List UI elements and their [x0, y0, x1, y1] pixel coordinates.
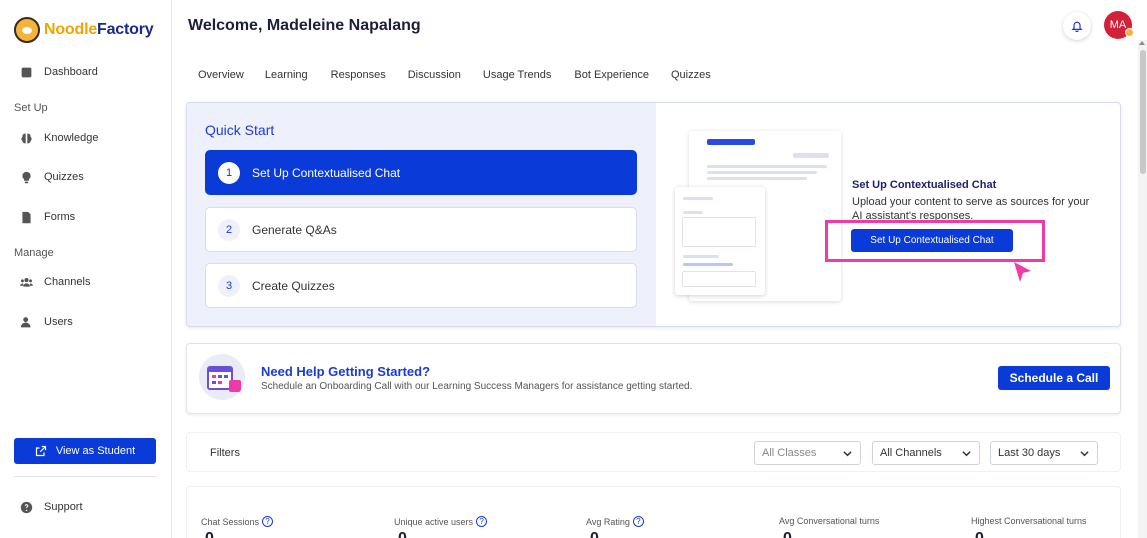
period-select[interactable]: Last 30 days — [990, 441, 1098, 465]
tab-quizzes[interactable]: Quizzes — [671, 69, 711, 81]
stat-avg-conversational-turns: Avg Conversational turns — [779, 516, 879, 526]
step-number: 2 — [218, 218, 240, 241]
external-link-icon — [35, 445, 46, 457]
stat-label: Avg Conversational turns — [779, 516, 880, 526]
sidebar-item-label: Support — [44, 501, 83, 513]
notifications-button[interactable] — [1063, 12, 1091, 40]
quick-start-title: Quick Start — [205, 122, 275, 138]
step-label: Create Quizzes — [252, 278, 335, 293]
view-as-student-label: View as Student — [55, 445, 136, 457]
quick-start-step-1[interactable]: 1 Set Up Contextualised Chat — [205, 150, 637, 195]
logo-text: NoodleFactory — [44, 21, 154, 38]
filters-label: Filters — [210, 447, 240, 459]
channels-select[interactable]: All Channels — [872, 441, 980, 465]
chevron-down-icon — [843, 451, 852, 457]
sidebar-item-users[interactable]: Users — [18, 314, 73, 330]
user-icon — [18, 314, 34, 330]
cta-title: Set Up Contextualised Chat — [852, 179, 997, 191]
sidebar-item-label: Dashboard — [44, 66, 98, 78]
help-circle-icon — [18, 499, 34, 515]
question-icon[interactable]: ? — [476, 516, 488, 527]
pointer-cursor-icon — [1014, 262, 1031, 282]
quick-start-step-3[interactable]: 3 Create Quizzes — [205, 263, 637, 308]
page-title: Welcome, Madeleine Napalang — [188, 17, 421, 34]
people-group-icon — [18, 274, 34, 290]
noodle-logo-icon — [14, 17, 40, 43]
setup-contextualised-chat-button[interactable]: Set Up Contextualised Chat — [851, 229, 1013, 252]
sidebar-item-quizzes[interactable]: Quizzes — [18, 169, 84, 185]
sidebar-item-channels[interactable]: Channels — [18, 274, 90, 290]
lightbulb-icon — [18, 169, 34, 185]
stat-label: Avg Rating — [586, 516, 630, 527]
stat-value: 0 — [975, 530, 984, 538]
sidebar-item-label: Knowledge — [44, 132, 99, 144]
quick-start-card: Quick Start 1 Set Up Contextualised Chat… — [186, 102, 1121, 327]
stat-chat-sessions: Chat Sessions? — [201, 516, 274, 527]
period-select-value: Last 30 days — [998, 447, 1061, 459]
help-description: Schedule an Onboarding Call with our Lea… — [261, 381, 693, 392]
calendar-illustration-icon — [199, 354, 245, 400]
tab-usage-trends[interactable]: Usage Trends — [483, 69, 551, 81]
question-icon[interactable]: ? — [262, 516, 274, 527]
stat-unique-active-users: Unique active users? — [394, 516, 488, 527]
tab-overview[interactable]: Overview — [198, 69, 244, 81]
help-title: Need Help Getting Started? — [261, 364, 431, 379]
avatar-status-badge — [1125, 28, 1134, 37]
stat-highest-conversational-turns: Highest Conversational turns — [971, 516, 1087, 526]
cta-description: Upload your content to serve as sources … — [852, 196, 1090, 222]
sources-preview-illustration — [675, 187, 765, 295]
sidebar-item-support[interactable]: Support — [18, 499, 83, 515]
stat-label: Highest Conversational turns — [971, 516, 1087, 526]
logo[interactable]: NoodleFactory — [14, 14, 154, 46]
sidebar-item-label: Channels — [44, 276, 91, 288]
bell-icon — [1071, 21, 1083, 32]
stat-label: Chat Sessions — [201, 516, 260, 527]
tab-discussion[interactable]: Discussion — [408, 69, 461, 81]
schedule-call-button[interactable]: Schedule a Call — [998, 366, 1110, 390]
stat-label: Unique active users — [394, 516, 474, 527]
classes-select[interactable]: All Classes — [754, 441, 861, 465]
stats-panel: Chat Sessions? 0 Unique active users? 0 … — [186, 486, 1121, 538]
stat-avg-rating: Avg Rating? — [586, 516, 644, 527]
section-label-manage: Manage — [14, 247, 54, 259]
brain-icon — [18, 130, 34, 146]
scrollbar-thumb[interactable] — [1140, 50, 1146, 174]
sidebar-divider — [14, 476, 156, 477]
sidebar-item-label: Forms — [44, 211, 76, 223]
sidebar-item-dashboard[interactable]: Dashboard — [18, 64, 98, 80]
stat-value: 0 — [590, 530, 599, 538]
tab-learning[interactable]: Learning — [265, 69, 308, 81]
scroll-up-arrow-icon[interactable] — [1139, 41, 1145, 45]
step-number: 3 — [218, 274, 240, 297]
question-icon[interactable]: ? — [632, 516, 644, 527]
sidebar-item-knowledge[interactable]: Knowledge — [18, 130, 98, 146]
step-number: 1 — [218, 161, 240, 184]
sidebar-item-label: Quizzes — [44, 171, 84, 183]
dashboard-icon — [18, 64, 34, 80]
view-as-student-button[interactable]: View as Student — [14, 438, 156, 464]
section-label-setup: Set Up — [14, 102, 48, 114]
chevron-down-icon — [962, 451, 971, 457]
form-icon — [18, 209, 34, 225]
tab-responses[interactable]: Responses — [331, 69, 386, 81]
step-label: Generate Q&As — [252, 222, 337, 237]
tab-bot-experience[interactable]: Bot Experience — [574, 69, 649, 81]
quick-start-step-2[interactable]: 2 Generate Q&As — [205, 207, 637, 252]
stat-value: 0 — [205, 530, 214, 538]
stat-value: 0 — [398, 530, 407, 538]
tab-bar: Overview Learning Responses Discussion U… — [198, 69, 711, 81]
sidebar: NoodleFactory Dashboard Set Up Knowledge… — [0, 0, 172, 538]
sidebar-item-forms[interactable]: Forms — [18, 209, 75, 225]
stat-value: 0 — [783, 530, 792, 538]
sidebar-item-label: Users — [44, 316, 73, 328]
step-label: Set Up Contextualised Chat — [252, 165, 401, 180]
classes-select-value: All Classes — [762, 447, 817, 459]
filters-bar: Filters All Classes All Channels Last 30… — [186, 432, 1121, 472]
channels-select-value: All Channels — [880, 447, 942, 459]
chevron-down-icon — [1080, 451, 1089, 457]
quick-start-steps-panel: Quick Start 1 Set Up Contextualised Chat… — [187, 103, 656, 326]
help-card: Need Help Getting Started? Schedule an O… — [186, 343, 1121, 414]
